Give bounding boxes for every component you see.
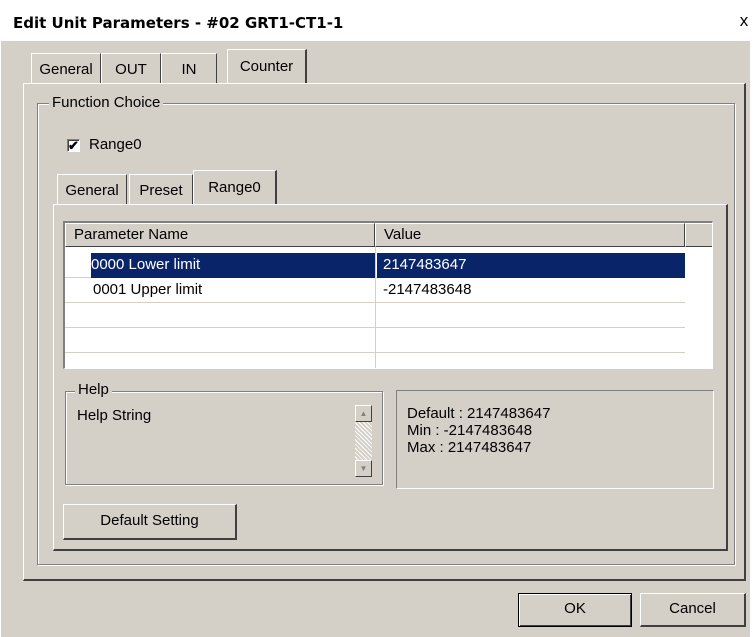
- table-row-empty: [65, 328, 685, 353]
- scroll-down-arrow-icon[interactable]: ▼: [355, 460, 372, 477]
- table-row[interactable]: 0000 Lower limit 2147483647: [65, 253, 685, 278]
- default-value-line: Default : 2147483647: [407, 405, 551, 422]
- row-parameter-name: 0000 Lower limit: [91, 253, 375, 278]
- range-info-box: Default : 2147483647 Min : -2147483648 M…: [396, 390, 714, 489]
- tab-out[interactable]: OUT: [101, 53, 161, 85]
- subtab-general-label: General: [65, 182, 119, 199]
- tab-general-label: General: [39, 61, 93, 78]
- row-value: -2147483648: [383, 281, 472, 298]
- tab-in[interactable]: IN: [161, 53, 217, 85]
- scroll-up-glyph: ▲: [359, 409, 368, 418]
- parameter-list[interactable]: Parameter Name Value 0000 Lower limit 21…: [63, 221, 713, 369]
- help-scrollbar[interactable]: ▲ ▼: [355, 405, 372, 477]
- scroll-down-glyph: ▼: [359, 464, 368, 473]
- max-value-line: Max : 2147483647: [407, 439, 532, 456]
- subtab-range0[interactable]: Range0: [193, 170, 277, 206]
- ok-label: OK: [564, 600, 586, 617]
- help-string: Help String: [77, 407, 152, 424]
- scroll-up-arrow-icon[interactable]: ▲: [355, 405, 372, 422]
- row-parameter-name: 0001 Upper limit: [93, 281, 203, 298]
- tab-general[interactable]: General: [31, 53, 101, 85]
- tab-counter[interactable]: Counter: [227, 49, 307, 85]
- close-icon[interactable]: x: [735, 11, 753, 31]
- column-header-value[interactable]: Value: [375, 223, 685, 247]
- row-value: 2147483647: [377, 253, 685, 278]
- help-group-label: Help: [75, 381, 112, 398]
- function-choice-label: Function Choice: [49, 94, 164, 111]
- subtab-preset-label: Preset: [139, 182, 183, 199]
- window-title: Edit Unit Parameters - #02 GRT1-CT1-1: [13, 14, 344, 32]
- tab-out-label: OUT: [115, 61, 147, 78]
- ok-button[interactable]: OK: [518, 593, 632, 627]
- default-setting-button[interactable]: Default Setting: [63, 504, 237, 540]
- column-header-value-label: Value: [384, 226, 422, 243]
- dialog-window: Edit Unit Parameters - #02 GRT1-CT1-1 x …: [0, 0, 756, 637]
- table-row-empty: [65, 353, 685, 368]
- default-setting-label: Default Setting: [100, 512, 199, 529]
- subtab-preset[interactable]: Preset: [129, 174, 193, 206]
- tab-counter-label: Counter: [239, 58, 294, 75]
- column-header-filler: [685, 223, 712, 247]
- tab-in-label: IN: [181, 61, 197, 78]
- range0-checkbox-label[interactable]: Range0: [89, 136, 142, 153]
- checkmark-icon: ✔: [68, 138, 79, 153]
- cancel-label: Cancel: [669, 600, 716, 617]
- cancel-button[interactable]: Cancel: [640, 593, 746, 627]
- table-row-empty: [65, 303, 685, 328]
- help-group: [65, 391, 383, 485]
- subtab-range0-label: Range0: [208, 179, 261, 196]
- column-header-parameter-name-label: Parameter Name: [74, 226, 189, 243]
- column-header-parameter-name[interactable]: Parameter Name: [65, 223, 375, 247]
- title-bar: Edit Unit Parameters - #02 GRT1-CT1-1 x: [1, 1, 756, 41]
- subtab-general[interactable]: General: [57, 174, 127, 206]
- min-value-line: Min : -2147483648: [407, 422, 533, 439]
- range0-checkbox[interactable]: ✔: [67, 139, 80, 152]
- table-row[interactable]: 0001 Upper limit -2147483648: [65, 278, 685, 303]
